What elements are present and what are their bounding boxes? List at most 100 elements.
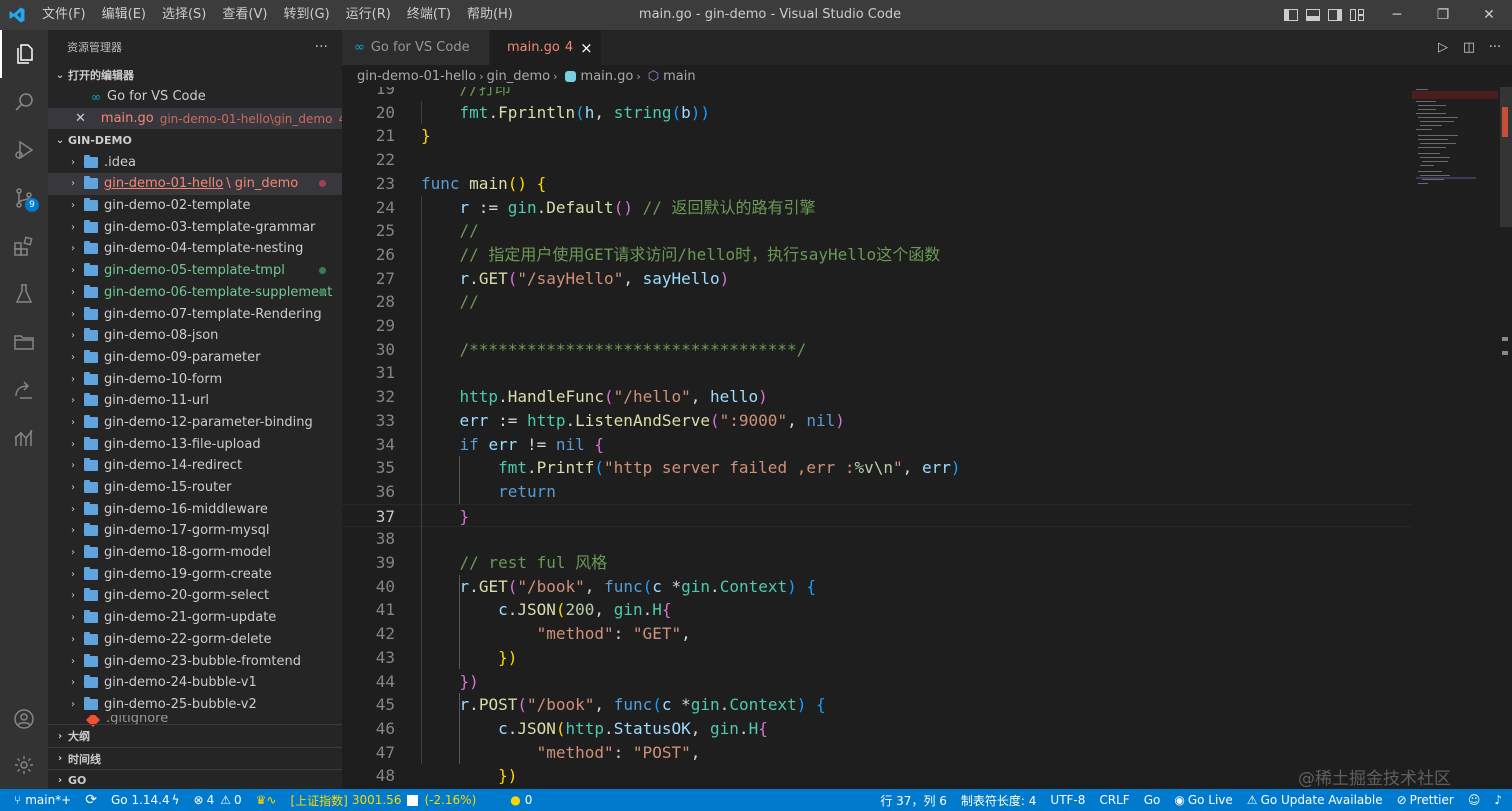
line-number: 41: [375, 600, 395, 620]
menu-item[interactable]: 文件(F): [34, 0, 94, 30]
manage-gear-icon[interactable]: [0, 741, 48, 789]
encoding[interactable]: UTF-8: [1043, 789, 1092, 811]
menu-item[interactable]: 转到(G): [275, 0, 337, 30]
close-tab-icon[interactable]: ×: [580, 39, 593, 57]
end-of-line[interactable]: CRLF: [1092, 789, 1136, 811]
menu-item[interactable]: 运行(R): [338, 0, 399, 30]
folder-item[interactable]: › gin-demo-06-template-supplement: [48, 282, 342, 304]
folder-item[interactable]: › gin-demo-02-template: [48, 195, 342, 217]
coins-status[interactable]: ● 0: [503, 789, 539, 811]
timeline-header[interactable]: › 时间线: [48, 747, 342, 769]
menu-item[interactable]: 查看(V): [214, 0, 275, 30]
tab-main-go[interactable]: main.go 4 ×: [490, 30, 602, 65]
minimap[interactable]: [1412, 87, 1500, 789]
folder-item[interactable]: › gin-demo-11-url: [48, 390, 342, 412]
folder-item[interactable]: › gin-demo-22-gorm-delete: [48, 629, 342, 651]
open-editor-go-for-vscode[interactable]: ∞ Go for VS Code: [48, 86, 342, 108]
code-editor[interactable]: 19 //打印 20 fmt.Fprintln(h, string(b)) 21} 2…: [342, 87, 1412, 789]
branch-status[interactable]: ⑂ main*+: [0, 789, 78, 811]
folder-item[interactable]: › gin-demo-15-router: [48, 477, 342, 499]
go-version-status[interactable]: Go 1.14.4 ϟ: [104, 789, 187, 811]
folder-item[interactable]: › gin-demo-25-bubble-v2: [48, 694, 342, 716]
folder-item[interactable]: › gin-demo-18-gorm-model: [48, 542, 342, 564]
folder-label: gin-demo-19-gorm-create: [104, 566, 272, 582]
tab-go-for-vscode[interactable]: ∞ Go for VS Code: [342, 30, 490, 65]
minimize-icon[interactable]: ─: [1374, 0, 1420, 30]
folder-item[interactable]: › gin-demo-12-parameter-binding: [48, 412, 342, 434]
split-editor-icon[interactable]: ◫: [1456, 40, 1482, 55]
more-actions-icon[interactable]: ···: [1482, 40, 1508, 55]
testing-icon[interactable]: [0, 270, 48, 318]
more-actions-icon[interactable]: ···: [315, 39, 328, 55]
folder-item[interactable]: › gin-demo-19-gorm-create: [48, 563, 342, 585]
prettier-status[interactable]: ⊘ Prettier: [1390, 789, 1461, 811]
tab-size[interactable]: 制表符长度: 4: [954, 789, 1044, 811]
menu-item[interactable]: 终端(T): [399, 0, 459, 30]
open-editors-header[interactable]: ⌄ 打开的编辑器: [48, 64, 342, 86]
outline-header[interactable]: › 大纲: [48, 725, 342, 747]
folder-item[interactable]: › .idea: [48, 151, 342, 173]
stock-status[interactable]: [上证指数] 3001.56 (-2.16%): [283, 789, 483, 811]
source-control-icon[interactable]: 9: [0, 174, 48, 222]
folder-item[interactable]: › gin-demo-07-template-Rendering: [48, 303, 342, 325]
account-icon[interactable]: [0, 695, 48, 743]
folder-item[interactable]: › gin-demo-20-gorm-select: [48, 585, 342, 607]
code-token: (: [575, 102, 585, 122]
go-header[interactable]: › GO: [48, 769, 342, 789]
folder-item[interactable]: › gin-demo-08-json: [48, 325, 342, 347]
breadcrumb-item[interactable]: gin_demo: [487, 69, 550, 84]
go-update-status[interactable]: ⚠ Go Update Available: [1240, 789, 1390, 811]
folder-item[interactable]: › gin-demo-17-gorm-mysql: [48, 520, 342, 542]
folder-item[interactable]: › gin-demo-24-bubble-v1: [48, 672, 342, 694]
folder-item[interactable]: › gin-demo-16-middleware: [48, 498, 342, 520]
folder-item[interactable]: › gin-demo-05-template-tmpl: [48, 260, 342, 282]
stock-name: [上证指数]: [290, 793, 348, 808]
problems-status[interactable]: ⊗ 4 ⚠ 0: [187, 789, 249, 811]
explorer-icon[interactable]: [0, 30, 48, 78]
folder-item[interactable]: › gin-demo-04-template-nesting: [48, 238, 342, 260]
menu-item[interactable]: 选择(S): [154, 0, 214, 30]
go-live-button[interactable]: ◉ Go Live: [1167, 789, 1239, 811]
folder-item[interactable]: › gin-demo-09-parameter: [48, 347, 342, 369]
pet-icon[interactable]: ♛∿: [249, 789, 284, 811]
folder-item[interactable]: › gin-demo-03-template-grammar: [48, 216, 342, 238]
run-debug-icon[interactable]: [0, 126, 48, 174]
folder-item[interactable]: › gin-demo-23-bubble-fromtend: [48, 650, 342, 672]
folder-label: gin-demo-09-parameter: [104, 349, 261, 365]
toggle-secondary-sidebar-icon[interactable]: [1324, 0, 1346, 30]
folder-item[interactable]: › gin-demo-13-file-upload: [48, 433, 342, 455]
run-icon[interactable]: ▷: [1430, 40, 1456, 55]
toggle-panel-icon[interactable]: [1302, 0, 1324, 30]
code-token: ,: [690, 718, 711, 738]
breadcrumb-item[interactable]: main.go: [581, 69, 634, 84]
folder-item[interactable]: › gin-demo-21-gorm-update: [48, 607, 342, 629]
folder-item[interactable]: › gin-demo-14-redirect: [48, 455, 342, 477]
folder-item[interactable]: › gin-demo-01-hello \ gin_demo: [48, 173, 342, 195]
menu-item[interactable]: 编辑(E): [94, 0, 154, 30]
notifications-icon[interactable]: ♪: [1487, 789, 1512, 811]
sync-icon[interactable]: ⟳: [78, 789, 104, 811]
vertical-scrollbar[interactable]: [1500, 87, 1512, 789]
restore-icon[interactable]: ❐: [1420, 0, 1466, 30]
toggle-sidebar-icon[interactable]: [1280, 0, 1302, 30]
close-icon[interactable]: ✕: [1466, 0, 1512, 30]
language-mode[interactable]: Go: [1137, 789, 1168, 811]
folder-icon[interactable]: [0, 318, 48, 366]
menu-item[interactable]: 帮助(H): [459, 0, 521, 30]
folder-icon: [84, 241, 98, 255]
breadcrumb-item[interactable]: gin-demo-01-hello: [357, 69, 476, 84]
breadcrumb-item[interactable]: main: [663, 69, 695, 84]
remote-icon[interactable]: [0, 366, 48, 414]
cursor-position[interactable]: 行 37，列 6: [873, 789, 954, 811]
extensions-icon[interactable]: [0, 222, 48, 270]
feedback-icon[interactable]: ☺: [1461, 789, 1488, 811]
close-editor-icon[interactable]: ✕: [75, 111, 86, 126]
customize-layout-icon[interactable]: [1346, 0, 1368, 30]
folder-item[interactable]: › gin-demo-10-form: [48, 368, 342, 390]
analytics-icon[interactable]: [0, 414, 48, 462]
workspace-header[interactable]: ⌄ GIN-DEMO: [48, 129, 342, 151]
open-editor-main-go[interactable]: ✕ main.go gin-demo-01-hello\gin_demo 4: [48, 107, 342, 130]
search-icon[interactable]: [0, 78, 48, 126]
code-token: .: [469, 576, 479, 596]
code-text: c.JSON(http.StatusOK, gin.H{: [421, 717, 768, 741]
